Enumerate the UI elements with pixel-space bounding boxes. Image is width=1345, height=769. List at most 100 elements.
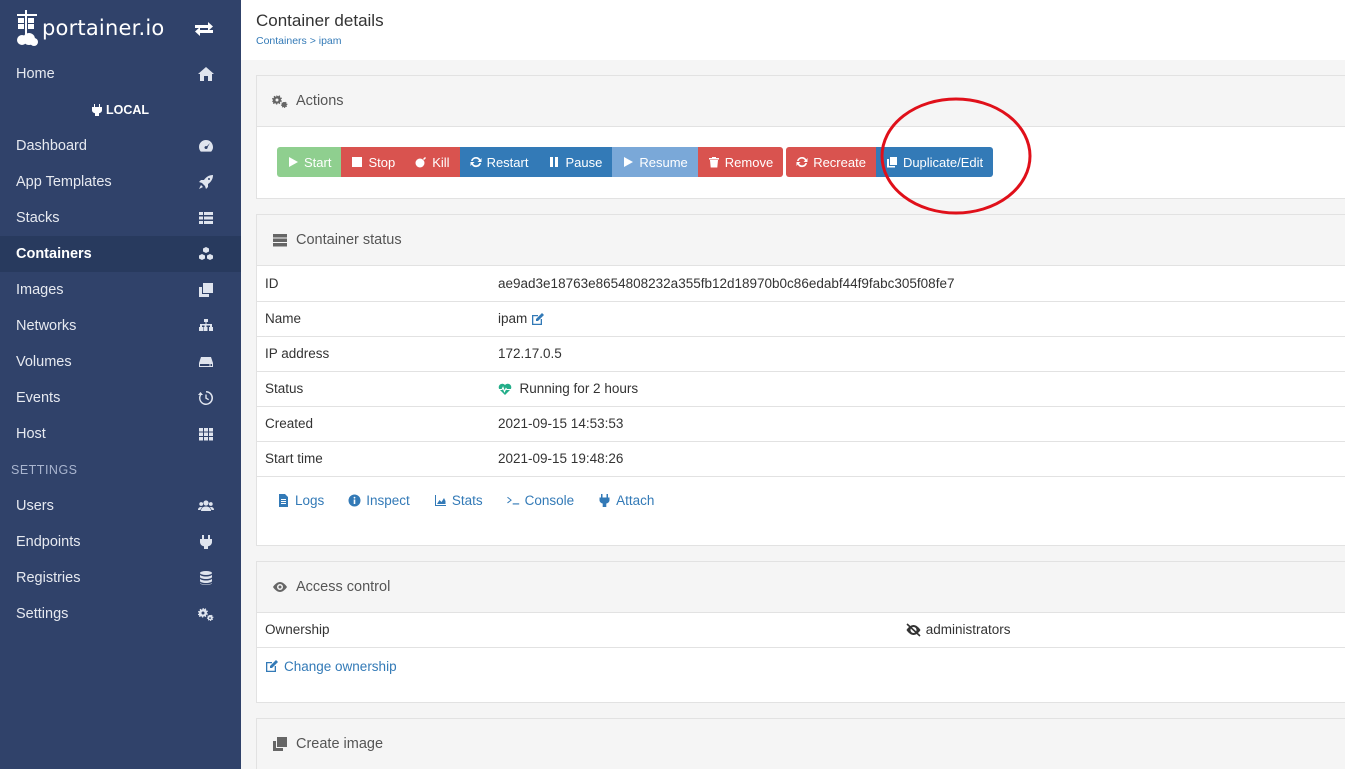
access-control-table: Ownership administrators — [257, 612, 1345, 648]
stop-icon — [352, 157, 363, 167]
exchange-icon[interactable] — [193, 20, 215, 38]
row-key: IP address — [257, 336, 490, 372]
create-image-header: Create image — [257, 719, 1345, 769]
stop-label: Stop — [368, 154, 396, 170]
sidebar: portainer.io Home LOCAL Dashboard App Te… — [0, 0, 241, 769]
edit-icon — [266, 660, 278, 672]
kill-button[interactable]: Kill — [405, 147, 460, 177]
start-label: Start — [304, 154, 332, 170]
server-icon — [273, 234, 287, 247]
access-control-title: Access control — [296, 578, 391, 595]
table-row: Ownership administrators — [257, 612, 1345, 648]
sidebar-item-images[interactable]: Images — [0, 272, 241, 308]
start-button[interactable]: Start — [277, 147, 342, 177]
attach-label: Attach — [616, 493, 655, 508]
sidebar-item-label: Dashboard — [16, 138, 87, 154]
sidebar-item-label: Stacks — [16, 210, 60, 226]
table-row: ID ae9ad3e18763e8654808232a355fb12d18970… — [257, 266, 1345, 302]
bomb-icon — [415, 157, 427, 168]
actions-widget: Actions Start Stop Kill Restart Pause Re… — [256, 75, 1345, 199]
sidebar-item-label: Home — [16, 66, 55, 82]
list-icon — [197, 209, 215, 227]
sidebar-item-dashboard[interactable]: Dashboard — [0, 128, 241, 164]
change-ownership-row: Change ownership — [257, 648, 1345, 684]
ip-address-value: 172.17.0.5 — [490, 336, 1345, 372]
sidebar-item-label: Networks — [16, 318, 77, 334]
inspect-link[interactable]: Inspect — [348, 493, 410, 508]
logs-label: Logs — [295, 493, 325, 508]
ownership-cell: administrators — [897, 612, 1345, 648]
sidebar-item-label: App Templates — [16, 174, 112, 190]
edit-icon[interactable] — [531, 312, 545, 326]
sidebar-item-app-templates[interactable]: App Templates — [0, 164, 241, 200]
duplicate-edit-label: Duplicate/Edit — [902, 154, 984, 170]
sidebar-item-label: Events — [16, 390, 61, 406]
sidebar-item-label: Images — [16, 282, 64, 298]
play-icon — [624, 157, 634, 167]
sidebar-item-containers[interactable]: Containers — [0, 236, 241, 272]
sidebar-item-stacks[interactable]: Stacks — [0, 200, 241, 236]
brand-logo[interactable]: portainer.io — [0, 0, 241, 56]
sidebar-item-users[interactable]: Users — [0, 488, 241, 524]
duplicate-edit-button[interactable]: Duplicate/Edit — [875, 147, 994, 177]
home-icon — [197, 65, 215, 83]
row-key: Start time — [257, 441, 490, 477]
file-text-icon — [279, 494, 288, 507]
play-icon — [289, 157, 298, 167]
container-status-table: ID ae9ad3e18763e8654808232a355fb12d18970… — [257, 266, 1345, 477]
sidebar-item-settings[interactable]: Settings — [0, 596, 241, 632]
portainer-logo-icon — [17, 10, 38, 46]
access-control-header: Access control — [257, 561, 1345, 613]
settings-heading: SETTINGS — [11, 463, 78, 477]
container-id-value: ae9ad3e18763e8654808232a355fb12d18970b0c… — [490, 266, 1345, 302]
database-icon — [197, 569, 215, 587]
sidebar-item-registries[interactable]: Registries — [0, 560, 241, 596]
access-control-widget: Access control Ownership administrators … — [256, 560, 1345, 703]
sidebar-item-networks[interactable]: Networks — [0, 308, 241, 344]
sitemap-icon — [197, 317, 215, 335]
sidebar-item-label: Volumes — [16, 354, 72, 370]
sidebar-item-label: Host — [16, 426, 46, 442]
users-icon — [197, 497, 215, 515]
pause-button[interactable]: Pause — [538, 147, 613, 177]
breadcrumb[interactable]: Containers > ipam — [256, 35, 1330, 47]
table-row: Created 2021-09-15 14:53:53 — [257, 406, 1345, 442]
eye-slash-icon — [906, 623, 921, 638]
restart-button[interactable]: Restart — [459, 147, 539, 177]
resume-button[interactable]: Resume — [612, 147, 698, 177]
sidebar-item-endpoints[interactable]: Endpoints — [0, 524, 241, 560]
recreate-button[interactable]: Recreate — [786, 147, 876, 177]
cogs-icon — [197, 605, 215, 623]
main-content: Actions Start Stop Kill Restart Pause Re… — [256, 75, 1345, 769]
refresh-icon — [796, 156, 808, 168]
clone-icon — [197, 281, 215, 299]
status-value: Running for 2 hours — [519, 380, 639, 396]
stats-link[interactable]: Stats — [434, 493, 483, 508]
sidebar-item-host[interactable]: Host — [0, 416, 241, 452]
sidebar-item-events[interactable]: Events — [0, 380, 241, 416]
container-name-value: ipam — [498, 310, 528, 326]
row-key: ID — [257, 266, 490, 302]
console-link[interactable]: Console — [506, 493, 574, 508]
stop-button[interactable]: Stop — [341, 147, 406, 177]
remove-button[interactable]: Remove — [697, 147, 784, 177]
brand-name: portainer.io — [42, 16, 165, 40]
th-icon — [197, 425, 215, 443]
page-header: Container details Containers > ipam — [241, 0, 1345, 60]
pause-label: Pause — [565, 154, 603, 170]
attach-link[interactable]: Attach — [598, 493, 654, 508]
change-ownership-link[interactable]: Change ownership — [265, 659, 397, 674]
cubes-icon — [197, 245, 215, 263]
heartbeat-icon — [498, 383, 512, 396]
eye-icon — [273, 581, 287, 592]
sidebar-item-label: Registries — [16, 570, 81, 586]
tachometer-icon — [197, 137, 215, 155]
container-state-buttons: Start Stop Kill Restart Pause Resume Rem… — [277, 147, 784, 177]
sidebar-item-home[interactable]: Home — [0, 56, 241, 92]
recreate-label: Recreate — [813, 154, 866, 170]
actions-title: Actions — [296, 93, 344, 109]
recreate-buttons: Recreate Duplicate/Edit — [786, 147, 994, 177]
sidebar-item-volumes[interactable]: Volumes — [0, 344, 241, 380]
table-row: Status Running for 2 hours — [257, 371, 1345, 407]
logs-link[interactable]: Logs — [277, 493, 324, 508]
